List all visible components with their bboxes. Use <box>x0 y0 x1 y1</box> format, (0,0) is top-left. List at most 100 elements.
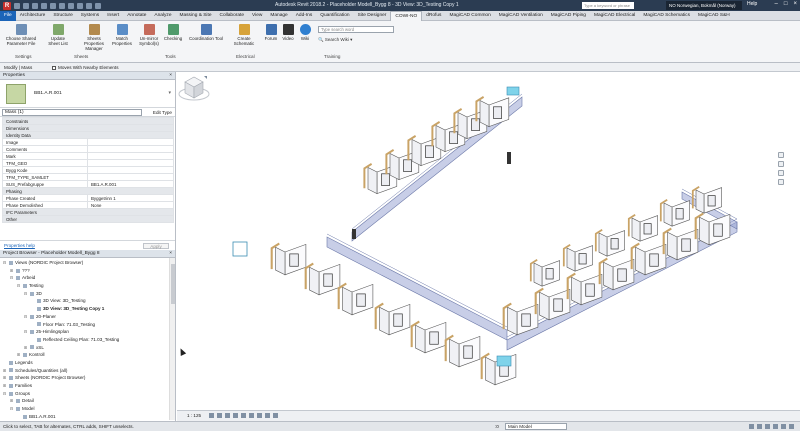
property-value[interactable] <box>87 173 174 181</box>
room-furniture[interactable] <box>707 195 716 207</box>
help-button[interactable]: Help <box>747 1 757 7</box>
room-wall[interactable] <box>457 112 468 140</box>
expand-toggle-icon[interactable]: ⊟ <box>16 282 21 290</box>
room-wall[interactable] <box>389 153 400 181</box>
tree-node[interactable]: ⊞ Schedules/Quantities (all) <box>0 367 175 375</box>
expand-toggle-icon[interactable]: ⊟ <box>23 290 28 298</box>
apply-button[interactable]: Apply <box>143 243 169 249</box>
room-furniture[interactable] <box>649 253 659 267</box>
room-wall[interactable] <box>411 139 422 167</box>
tree-node[interactable]: ⊞ xSL <box>0 344 175 352</box>
pan-icon[interactable] <box>778 170 784 176</box>
room-furniture[interactable] <box>463 345 473 359</box>
room-wall[interactable] <box>635 246 646 276</box>
tab-magicad-common[interactable]: MagiCAD Common <box>445 11 494 21</box>
tree-node[interactable]: ⊞ Sheets (NORDIC Project Browser) <box>0 374 175 382</box>
3d-view-canvas[interactable] <box>177 72 800 421</box>
unmirror-button[interactable]: Un-mirror Symbol(s) <box>136 24 162 46</box>
reveal-hidden-icon[interactable] <box>273 413 278 418</box>
sun-path-icon[interactable] <box>225 413 230 418</box>
tab-magicad-s-h[interactable]: MagiCAD S&H <box>694 11 734 21</box>
save-icon[interactable] <box>23 2 29 9</box>
tree-node[interactable]: ⊟ Testing <box>0 282 175 290</box>
room-furniture[interactable] <box>323 273 333 287</box>
room-wall[interactable] <box>367 167 378 195</box>
scrollbar-thumb[interactable] <box>171 264 175 304</box>
expand-toggle-icon[interactable]: ⊟ <box>23 328 28 336</box>
tab-quantification[interactable]: Quantification <box>316 11 353 21</box>
room-furniture[interactable] <box>381 173 390 186</box>
visual-style-icon[interactable] <box>217 413 222 418</box>
property-group[interactable]: Dimensions <box>2 124 174 132</box>
column[interactable] <box>507 152 511 164</box>
expand-toggle-icon[interactable]: ⊞ <box>9 267 14 275</box>
room-wall[interactable] <box>699 216 710 246</box>
temporary-hide-icon[interactable] <box>265 413 270 418</box>
orbit-icon[interactable] <box>778 179 784 185</box>
room-furniture[interactable] <box>681 238 691 252</box>
room-wall[interactable] <box>309 266 320 296</box>
select-links-icon[interactable] <box>749 424 754 429</box>
3d-view-icon[interactable] <box>95 2 101 9</box>
room-wall[interactable] <box>539 291 550 321</box>
tab-structure[interactable]: Structure <box>49 11 76 21</box>
property-row[interactable]: Bygg Kode <box>2 166 174 174</box>
property-value[interactable] <box>87 145 174 153</box>
duct-highlight[interactable] <box>496 355 512 367</box>
keyword-search-input[interactable]: Type a keyword or phrase <box>582 2 634 9</box>
room-wall[interactable] <box>533 262 543 287</box>
tree-node[interactable]: ⊟ 20-Planer <box>0 313 175 321</box>
tree-node[interactable]: Floor Plan: 71.03_Testing <box>0 321 175 329</box>
select-by-face-icon[interactable] <box>773 424 778 429</box>
room-furniture[interactable] <box>493 106 502 119</box>
render-icon[interactable] <box>241 413 246 418</box>
room-wall[interactable] <box>415 324 426 354</box>
tab-annotate[interactable]: Annotate <box>123 11 150 21</box>
crop-view-icon[interactable] <box>257 413 262 418</box>
text-icon[interactable] <box>86 2 92 9</box>
close-icon[interactable]: × <box>169 250 172 258</box>
property-group[interactable]: Constraints <box>2 117 174 125</box>
sync-icon[interactable] <box>32 2 38 9</box>
property-group[interactable]: Identity Data <box>2 131 174 139</box>
expand-toggle-icon[interactable]: ⊞ <box>16 351 21 359</box>
expand-toggle-icon[interactable]: ⊞ <box>9 397 14 405</box>
zoom-icon[interactable] <box>778 161 784 167</box>
tree-node[interactable]: BB1.A.R.001 <box>0 413 175 421</box>
room-wall[interactable] <box>667 231 678 261</box>
room-wall[interactable] <box>663 202 673 227</box>
tree-node[interactable]: 3D View: 3D_Testing Copy 1 <box>0 305 175 313</box>
maximize-icon[interactable]: □ <box>784 1 788 7</box>
tab-massing-site[interactable]: Massing & Site <box>176 11 216 21</box>
filter-icon[interactable] <box>789 424 794 429</box>
room-wall[interactable] <box>571 276 582 306</box>
property-row[interactable]: Mark <box>2 152 174 160</box>
room-furniture[interactable] <box>449 131 458 144</box>
detail-level-icon[interactable] <box>209 413 214 418</box>
tab-analyze[interactable]: Analyze <box>150 11 175 21</box>
room-wall[interactable] <box>631 217 641 242</box>
expand-toggle-icon[interactable]: ⊟ <box>2 259 7 267</box>
property-value[interactable]: None <box>87 201 174 209</box>
building-model-3d[interactable] <box>177 72 800 410</box>
tab-magicad-ventilation[interactable]: MagiCAD Ventilation <box>495 11 547 21</box>
moves-with-nearby-checkbox[interactable]: Moves With Nearby Elements <box>52 63 119 72</box>
type-selector[interactable]: BB1.A.R.001 ▾ <box>0 80 175 108</box>
expand-toggle-icon[interactable]: ⊞ <box>2 374 7 382</box>
coordination-tool-button[interactable]: Coordination Tool <box>184 24 228 41</box>
tree-node[interactable]: ⊞ Kontroll <box>0 351 175 359</box>
property-value[interactable] <box>87 159 174 167</box>
room-furniture[interactable] <box>356 293 366 307</box>
wiki-search-input[interactable]: Type search word <box>318 26 394 33</box>
redo-icon[interactable] <box>50 2 56 9</box>
room-furniture[interactable] <box>585 283 595 297</box>
active-design-option-select[interactable]: Main Model <box>505 423 567 430</box>
column[interactable] <box>352 229 356 239</box>
property-row[interactable]: Comments <box>2 145 174 153</box>
property-row[interactable]: Phase Demolished None <box>2 201 174 209</box>
room-furniture[interactable] <box>545 268 554 280</box>
property-value[interactable]: Byggetrinn 1 <box>87 194 174 202</box>
room-wall[interactable] <box>275 246 286 276</box>
tab-manage[interactable]: Manage <box>266 11 291 21</box>
shadows-icon[interactable] <box>233 413 238 418</box>
